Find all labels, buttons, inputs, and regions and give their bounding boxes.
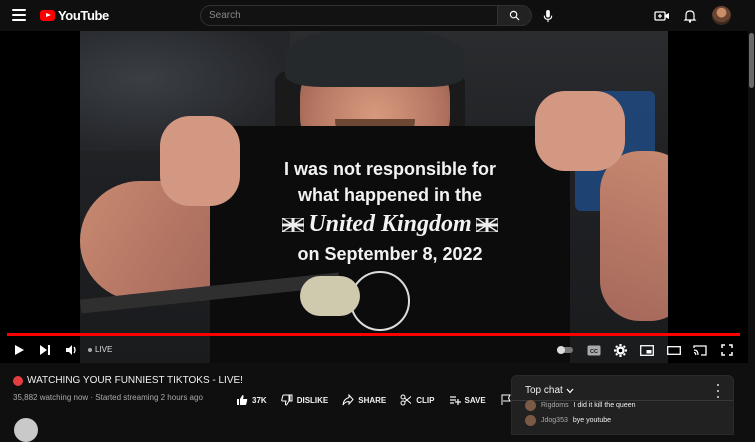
closed-captions-icon: CC [587, 345, 601, 355]
miniplayer-icon [640, 344, 654, 356]
account-avatar[interactable] [712, 6, 731, 25]
save-button[interactable]: SAVE [449, 393, 486, 407]
thumbs-down-icon [280, 394, 293, 406]
union-jack-icon [282, 218, 305, 233]
notifications-button[interactable] [682, 8, 698, 24]
video-frame[interactable]: I was not responsible for what happened … [80, 31, 668, 363]
shirt-line-1: I was not responsible for [283, 159, 497, 179]
report-button[interactable] [500, 393, 512, 407]
share-arrow-icon [342, 394, 354, 406]
save-label: SAVE [464, 395, 486, 405]
shirt-line-4: on September 8, 2022 [297, 244, 483, 264]
progress-bar[interactable] [7, 333, 740, 336]
bell-icon [683, 10, 697, 23]
shirt-print: I was not responsible for what happened … [210, 156, 570, 267]
video-actions: 37K DISLIKE SHARE CLIP SAVE [236, 393, 526, 407]
live-badge[interactable]: LIVE [88, 345, 112, 354]
flag-icon [501, 394, 511, 405]
youtube-play-icon [40, 10, 55, 21]
chat-author[interactable]: Rigdoms [541, 402, 569, 409]
microphone-icon [543, 9, 553, 22]
video-title: WATCHING YOUR FUNNIEST TIKTOKS - LIVE! [27, 375, 243, 386]
red-circle-emoji-icon [13, 375, 23, 386]
chat-message: Rigdoms I did it kill the queen [525, 400, 636, 411]
next-button[interactable] [37, 342, 53, 358]
share-label: SHARE [358, 395, 387, 405]
subtitles-button[interactable]: CC [586, 342, 602, 358]
video-title-row: WATCHING YOUR FUNNIEST TIKTOKS - LIVE! [13, 375, 243, 386]
create-button[interactable] [654, 8, 670, 24]
chat-avatar[interactable] [525, 400, 536, 411]
play-icon [15, 345, 24, 355]
miniplayer-button[interactable] [639, 342, 655, 358]
chat-avatar[interactable] [525, 415, 536, 426]
chat-text: I did it kill the queen [573, 402, 636, 409]
live-label: LIVE [95, 345, 113, 354]
mute-button[interactable] [63, 342, 79, 358]
skip-next-icon [40, 345, 50, 355]
hamburger-menu-icon[interactable] [12, 9, 26, 21]
voice-search-button[interactable] [539, 7, 557, 25]
search-button[interactable] [498, 5, 532, 26]
right-arm [600, 151, 668, 321]
shirt-line-3: United Kingdom [308, 211, 472, 237]
chat-more-options-icon[interactable] [715, 384, 721, 398]
channel-avatar[interactable] [14, 418, 38, 442]
fullscreen-icon [721, 344, 733, 356]
clip-button[interactable]: CLIP [400, 393, 435, 407]
shirt-line-2: what happened in the [297, 185, 482, 205]
cast-icon [693, 344, 707, 356]
share-button[interactable]: SHARE [342, 393, 386, 407]
dislike-label: DISLIKE [296, 395, 329, 405]
autoplay-toggle-icon [557, 346, 573, 354]
chat-mode-dropdown[interactable]: Top chat [525, 385, 574, 396]
chat-mode-label: Top chat [525, 385, 563, 396]
settings-button[interactable] [612, 342, 628, 358]
chevron-down-icon [566, 388, 574, 393]
page-scrollbar[interactable] [748, 31, 755, 424]
like-button[interactable]: 37K [236, 393, 267, 407]
theater-mode-button[interactable] [666, 342, 682, 358]
play-button[interactable] [11, 342, 27, 358]
streamer-cap [285, 31, 465, 87]
youtube-logo[interactable]: YouTube [40, 8, 109, 23]
search-icon [509, 10, 520, 21]
thumbs-up-icon [237, 395, 248, 405]
dislike-button[interactable]: DISLIKE [280, 393, 329, 407]
chat-text: bye youtube [572, 417, 612, 424]
masthead: YouTube [0, 0, 755, 31]
autoplay-toggle[interactable] [556, 342, 574, 358]
cast-button[interactable] [692, 342, 708, 358]
volume-icon [65, 345, 76, 355]
playlist-add-icon [449, 396, 461, 405]
video-player[interactable]: I was not responsible for what happened … [0, 31, 748, 363]
scrollbar-thumb[interactable] [749, 33, 754, 88]
search-input[interactable] [200, 5, 498, 26]
svg-text:CC: CC [590, 348, 598, 354]
logo-text: YouTube [58, 8, 109, 23]
microphone-pop-filter [300, 276, 360, 316]
like-count: 37K [252, 395, 267, 405]
video-camera-plus-icon [654, 11, 669, 21]
chat-message: Jdog353 bye youtube [525, 415, 611, 426]
union-jack-icon [475, 218, 498, 233]
chat-author[interactable]: Jdog353 [541, 417, 568, 424]
progress-fill [7, 333, 740, 336]
live-dot-icon [88, 347, 92, 352]
scissors-icon [400, 394, 412, 406]
theater-mode-icon [667, 345, 681, 355]
clip-label: CLIP [416, 395, 435, 405]
fullscreen-button[interactable] [719, 342, 735, 358]
live-chat-panel: Top chat Rigdoms I did it kill the queen… [511, 375, 734, 435]
gear-icon [613, 343, 627, 357]
player-controls: LIVE CC [0, 337, 748, 363]
video-meta: 35,882 watching now · Started streaming … [13, 393, 203, 402]
search-bar [200, 5, 532, 26]
shirt-line-3-row: United Kingdom [210, 207, 570, 241]
